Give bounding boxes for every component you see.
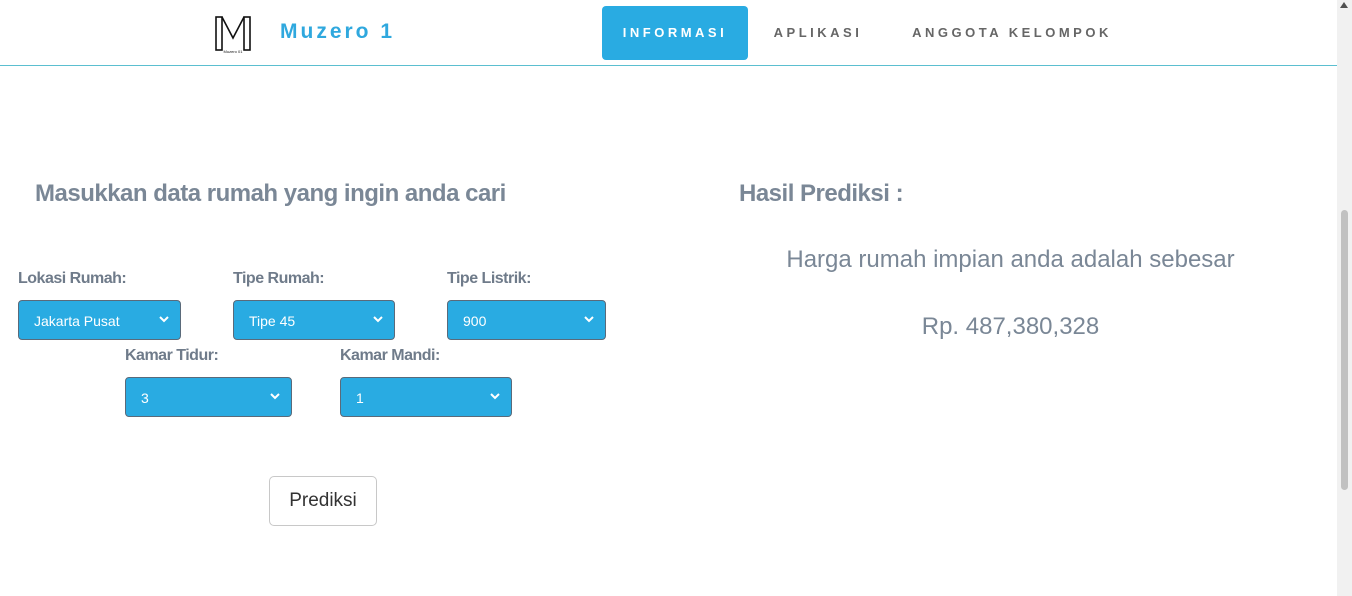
nav-tab-aplikasi[interactable]: APLIKASI [760, 6, 876, 60]
nav-tab-anggota-kelompok[interactable]: ANGGOTA KELOMPOK [893, 6, 1131, 60]
scroll-thumb[interactable] [1341, 210, 1348, 490]
tipe-rumah-value: Tipe 45 [249, 313, 296, 329]
kamar-tidur-select[interactable]: 3 [125, 377, 292, 417]
kamar-mandi-value: 1 [356, 390, 364, 406]
result-price: Rp. 487,380,328 [921, 313, 1100, 340]
lokasi-rumah-value: Jakarta Pusat [34, 313, 120, 329]
form-title: Masukkan data rumah yang ingin anda cari [35, 180, 506, 207]
tipe-rumah-label: Tipe Rumah: [233, 270, 325, 287]
page-scrollbar[interactable] [1337, 0, 1352, 596]
kamar-mandi-select[interactable]: 1 [340, 377, 512, 417]
lokasi-rumah-select[interactable]: Jakarta Pusat [18, 300, 181, 340]
prediksi-button[interactable]: Prediksi [269, 476, 377, 526]
chevron-down-icon [373, 316, 383, 323]
kamar-tidur-label: Kamar Tidur: [125, 347, 219, 364]
result-description: Harga rumah impian anda adalah sebesar [786, 246, 1235, 273]
brand-name[interactable]: Muzero 1 [280, 20, 395, 44]
tipe-rumah-select[interactable]: Tipe 45 [233, 300, 395, 340]
tipe-listrik-value: 900 [463, 313, 487, 329]
navbar: Muzero 01 Muzero 1 INFORMASI APLIKASI AN… [0, 0, 1338, 66]
chevron-down-icon [270, 393, 280, 400]
lokasi-rumah-label: Lokasi Rumah: [18, 270, 127, 287]
kamar-mandi-label: Kamar Mandi: [340, 347, 440, 364]
logo[interactable]: Muzero 01 [213, 14, 255, 54]
kamar-tidur-value: 3 [141, 390, 149, 406]
logo-caption: Muzero 01 [224, 49, 244, 54]
scroll-up-arrow-icon[interactable] [1340, 2, 1348, 8]
result-title: Hasil Prediksi : [739, 180, 904, 207]
tipe-listrik-select[interactable]: 900 [447, 300, 606, 340]
chevron-down-icon [159, 316, 169, 323]
nav-tab-informasi[interactable]: INFORMASI [602, 6, 748, 60]
chevron-down-icon [584, 316, 594, 323]
logo-icon: Muzero 01 [215, 16, 251, 54]
tipe-listrik-label: Tipe Listrik: [447, 270, 531, 287]
chevron-down-icon [490, 393, 500, 400]
